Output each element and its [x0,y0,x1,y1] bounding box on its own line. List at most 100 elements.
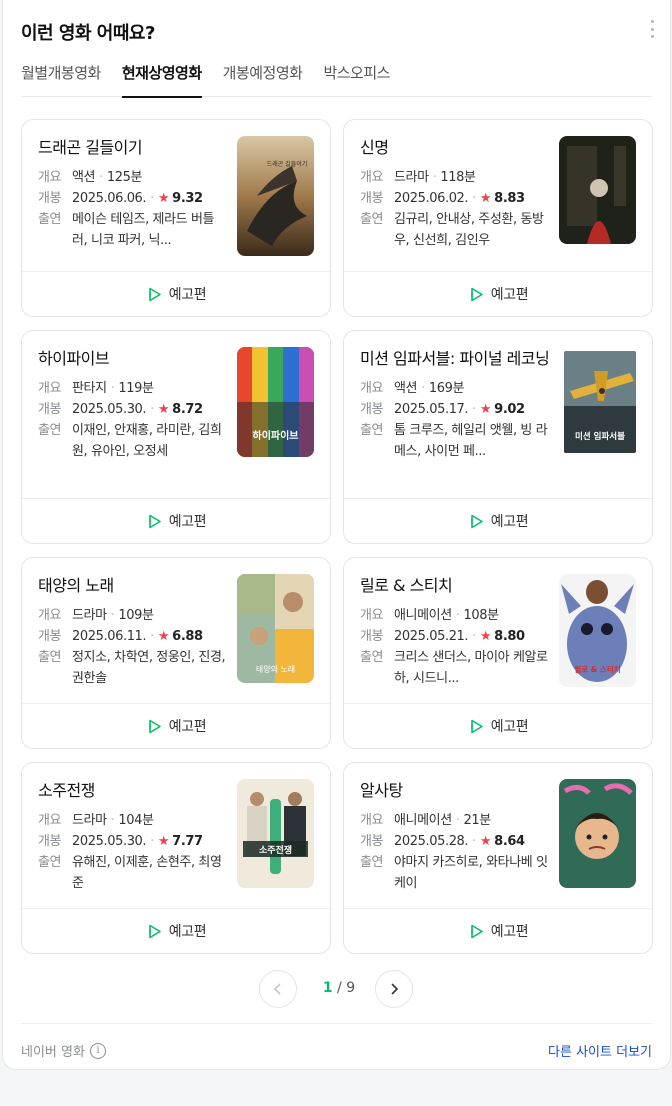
trailer-button[interactable]: 예고편 [22,498,330,543]
genre: 드라마 [394,170,429,185]
runtime: 109분 [118,608,154,623]
star-icon: ★ [157,629,170,644]
prev-page-button[interactable] [259,970,297,1008]
movie-poster[interactable]: 릴로 & 스티치 [559,574,636,687]
movie-title[interactable]: 미션 임파서블: 파이널 레코닝 [360,347,550,370]
movie-title[interactable]: 릴로 & 스티치 [360,574,550,597]
total-pages: 9 [346,980,356,996]
cast-list: 톰 크루즈, 헤일리 앳웰, 빙 라메스, 사이먼 페... [394,423,548,459]
movie-title[interactable]: 태양의 노래 [38,574,228,597]
runtime: 118분 [440,170,476,185]
runtime: 125분 [106,170,143,185]
play-icon [148,719,161,733]
movie-poster[interactable]: 하이파이브 [237,347,314,457]
play-icon [470,719,483,733]
star-icon: ★ [157,191,170,206]
movie-card[interactable]: 릴로 & 스티치 개요 애니메이션 · 108분 개봉 2025.05.21. · ★ 8.8… [343,557,653,749]
rating: 8.64 [494,834,525,849]
movie-card[interactable]: 하이파이브 개요 판타지 · 119분 개봉 2025.05.30. · ★ 8.72 출연 이… [21,330,331,544]
movie-recommendation-panel: 이런 영화 어때요? 월별개봉영화 현재상영영화 개봉예정영화 박스오피스 드래… [2,0,671,1070]
trailer-button[interactable]: 예고편 [22,271,330,316]
runtime: 21분 [463,813,492,828]
genre: 드라마 [72,608,107,623]
trailer-button[interactable]: 예고편 [344,908,652,953]
movie-title[interactable]: 알사탕 [360,779,550,802]
runtime: 119분 [118,381,154,396]
movie-poster[interactable] [559,779,636,888]
movie-title[interactable]: 신명 [360,136,550,159]
poster-caption: 태양의 노래 [256,664,295,674]
cast-list: 이재인, 안재홍, 라미란, 김희원, 유아인, 오정세 [72,423,222,459]
play-icon [470,514,483,528]
page-separator: / [337,980,342,996]
movie-poster[interactable]: 미션 임파서블 [564,351,636,453]
genre: 드라마 [72,813,107,828]
next-page-button[interactable] [375,970,413,1008]
tab-upcoming[interactable]: 개봉예정영화 [223,62,303,97]
movie-card[interactable]: 미션 임파서블: 파이널 레코닝 개요 액션 · 169분 개봉 2025.05.17.… [343,330,653,544]
release-label: 개봉 [38,402,62,417]
genre-label: 개요 [360,170,384,185]
movie-card[interactable]: 신명 개요 드라마 · 118분 개봉 2025.06.02. · ★ 8.83 출연 김규리,… [343,119,653,317]
play-icon [148,924,161,938]
rating: 9.02 [494,402,525,417]
movie-card[interactable]: 알사탕 개요 애니메이션 · 21분 개봉 2025.05.28. · ★ 8.64 출연 야마… [343,762,653,954]
movie-title[interactable]: 하이파이브 [38,347,228,370]
trailer-label: 예고편 [168,719,207,735]
star-icon: ★ [157,402,170,417]
tab-monthly-release[interactable]: 월별개봉영화 [21,62,101,97]
genre-label: 개요 [360,608,384,623]
trailer-label: 예고편 [490,924,529,940]
movie-card[interactable]: 태양의 노래 개요 드라마 · 109분 개봉 2025.06.11. · ★ 6.88 출연… [21,557,331,749]
trailer-label: 예고편 [490,719,529,735]
movie-poster[interactable]: 소주전쟁 [237,779,314,888]
cast-label: 출연 [38,212,62,227]
poster-caption: 하이파이브 [253,429,299,442]
cast-label: 출연 [360,650,384,665]
trailer-button[interactable]: 예고편 [22,703,330,748]
release-date: 2025.05.17. [394,402,469,417]
release-date: 2025.05.21. [394,629,469,644]
tab-bar: 월별개봉영화 현재상영영화 개봉예정영화 박스오피스 [21,62,652,98]
star-icon: ★ [479,402,492,417]
more-options-icon[interactable] [648,20,656,38]
movie-card[interactable]: 소주전쟁 개요 드라마 · 104분 개봉 2025.05.30. · ★ 7.77 출연 유해… [21,762,331,954]
release-date: 2025.05.30. [72,834,147,849]
cast-label: 출연 [360,212,384,227]
pagination: 1 / 9 [3,970,670,1010]
trailer-button[interactable]: 예고편 [22,908,330,953]
poster-caption: 소주전쟁 [259,844,292,856]
cast-label: 출연 [360,855,384,870]
rating: 6.88 [172,629,203,644]
tab-now-showing[interactable]: 현재상영영화 [121,62,202,98]
info-icon[interactable]: i [89,1042,106,1059]
movie-poster[interactable]: 드래곤 길들이기 [237,136,314,256]
movie-card[interactable]: 드래곤 길들이기 개요 액션 · 125분 개봉 2025.06.06. · ★ 9.32 출… [21,119,331,317]
trailer-label: 예고편 [490,514,529,530]
movie-title[interactable]: 드래곤 길들이기 [38,136,228,159]
tab-box-office[interactable]: 박스오피스 [323,62,390,97]
movie-title[interactable]: 소주전쟁 [38,779,228,802]
genre: 액션 [72,170,96,185]
genre-label: 개요 [360,381,384,396]
rating: 8.80 [494,629,525,644]
star-icon: ★ [157,834,170,849]
release-date: 2025.05.28. [394,834,469,849]
page-indicator: 1 / 9 [303,980,375,996]
trailer-button[interactable]: 예고편 [344,703,652,748]
release-date: 2025.06.06. [72,191,147,206]
star-icon: ★ [479,191,492,206]
release-label: 개봉 [360,629,384,644]
trailer-button[interactable]: 예고편 [344,498,652,543]
cast-list: 유해진, 이제훈, 손현주, 최영준 [72,855,222,891]
trailer-button[interactable]: 예고편 [344,271,652,316]
chevron-right-icon [391,983,399,995]
movie-poster[interactable] [559,136,636,244]
runtime: 169분 [428,381,465,396]
source-label: 네이버 영화 [21,1045,85,1060]
more-sites-link[interactable]: 다른 사이트 더보기 [548,1041,652,1060]
release-label: 개봉 [360,191,384,206]
poster-caption: 릴로 & 스티치 [574,664,620,674]
genre: 액션 [394,381,418,396]
movie-poster[interactable]: 태양의 노래 [237,574,314,683]
